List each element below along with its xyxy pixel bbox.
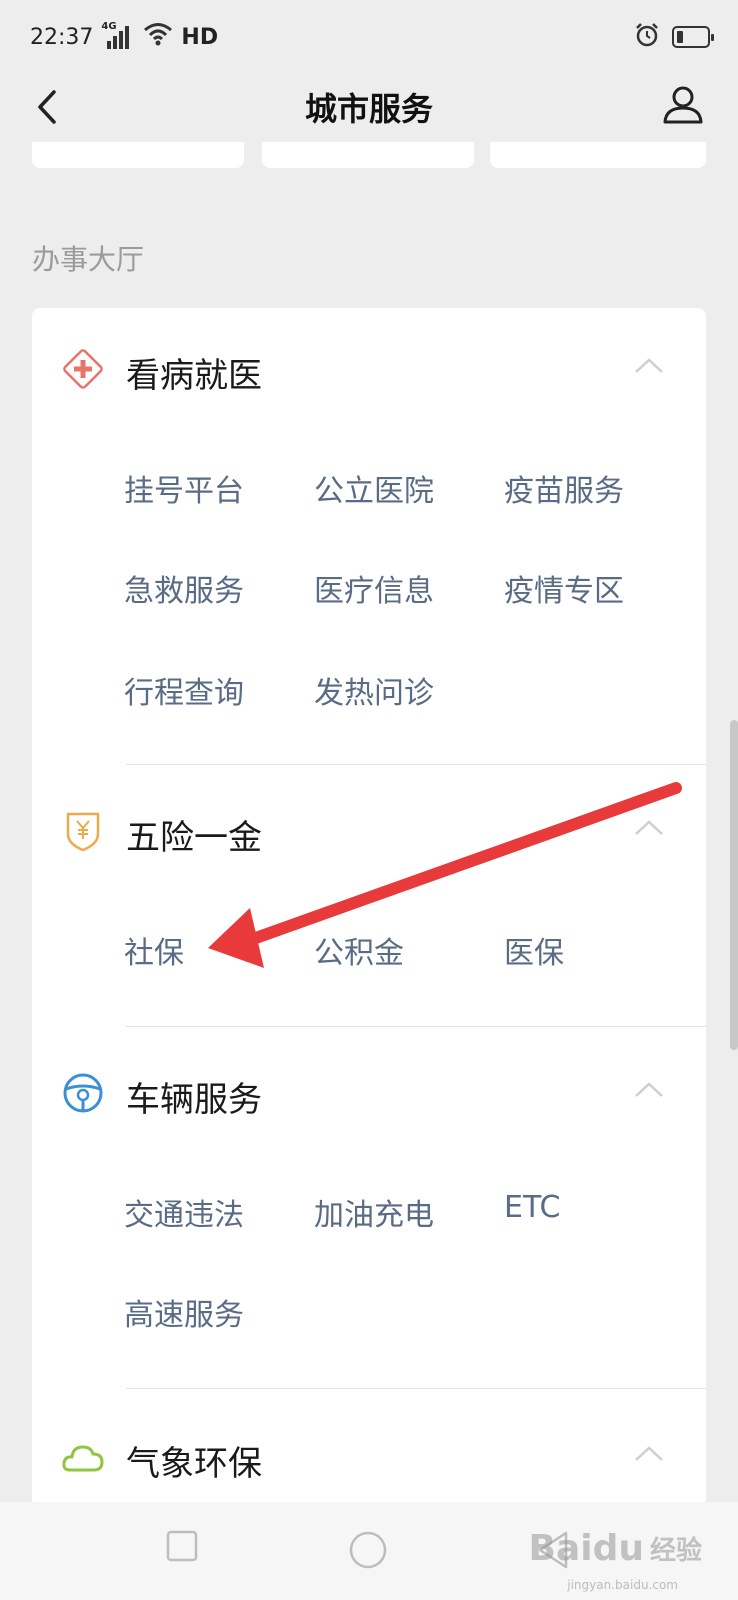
nav-bar: 城市服务 (0, 72, 738, 142)
chevron-up-icon[interactable] (632, 1442, 666, 1466)
steering-wheel-icon (60, 1070, 106, 1116)
top-tiles (32, 142, 706, 168)
chevron-up-icon[interactable] (632, 1078, 666, 1102)
recent-apps-icon[interactable] (166, 1530, 198, 1566)
scrollbar[interactable] (730, 720, 738, 1050)
divider (126, 764, 706, 765)
section-label: 办事大厅 (32, 243, 145, 276)
category-title: 看病就医 (126, 356, 262, 396)
category-medical: 看病就医 挂号平台 公立医院 疫苗服务 急救服务 医疗信息 疫情专区 行程查询 … (32, 338, 706, 768)
category-weather: 气象环保 (32, 1426, 706, 1496)
watermark-suffix: 经验 (649, 1536, 702, 1566)
category-insurance: 五险一金 社保 公积金 医保 (32, 800, 706, 1030)
category-title: 五险一金 (126, 818, 262, 858)
medical-cross-icon (60, 346, 106, 392)
yen-shield-icon (60, 808, 106, 854)
page: 22:37 4G HD 城市服务 办事大厅 看病就医 挂号平台 公立医院 疫苗服… (0, 0, 738, 1600)
category-title: 气象环保 (126, 1444, 262, 1484)
chevron-up-icon[interactable] (632, 354, 666, 378)
top-tile[interactable] (262, 142, 474, 168)
service-item[interactable]: 发热问诊 (314, 668, 434, 712)
status-bar: 22:37 4G HD (0, 0, 738, 72)
status-time: 22:37 (30, 24, 94, 50)
service-item[interactable]: 公立医院 (314, 466, 434, 510)
service-item[interactable]: 疫情专区 (504, 566, 624, 610)
service-item[interactable]: 医疗信息 (314, 566, 434, 610)
category-header[interactable]: 五险一金 (32, 800, 706, 860)
service-item-social-security[interactable]: 社保 (124, 928, 184, 972)
service-item[interactable]: 高速服务 (124, 1290, 244, 1334)
page-title: 城市服务 (304, 90, 433, 128)
divider (126, 1026, 706, 1027)
battery-icon (672, 26, 714, 48)
service-item[interactable]: ETC (504, 1190, 560, 1225)
service-item[interactable]: 挂号平台 (124, 466, 244, 510)
service-card: 看病就医 挂号平台 公立医院 疫苗服务 急救服务 医疗信息 疫情专区 行程查询 … (32, 308, 706, 1508)
signal-icon: 4G (101, 21, 135, 49)
service-item[interactable]: 加油充电 (314, 1190, 434, 1234)
service-item[interactable]: 医保 (504, 928, 564, 972)
status-left: 22:37 4G HD (30, 21, 219, 52)
watermark-brand: Baidu (528, 1528, 644, 1569)
status-right (634, 22, 714, 52)
home-icon[interactable] (348, 1530, 388, 1574)
category-title: 车辆服务 (126, 1080, 262, 1120)
service-item[interactable]: 公积金 (314, 928, 404, 972)
service-item[interactable]: 交通违法 (124, 1190, 244, 1234)
top-tile[interactable] (490, 142, 706, 168)
top-tile[interactable] (32, 142, 244, 168)
chevron-up-icon[interactable] (632, 816, 666, 840)
category-header[interactable]: 车辆服务 (32, 1062, 706, 1122)
category-vehicle: 车辆服务 交通违法 加油充电 ETC 高速服务 (32, 1062, 706, 1398)
cloud-icon (60, 1434, 106, 1480)
service-item[interactable]: 急救服务 (124, 566, 244, 610)
service-item[interactable]: 行程查询 (124, 668, 244, 712)
category-header[interactable]: 气象环保 (32, 1426, 706, 1486)
divider (126, 1388, 706, 1389)
wifi-icon (143, 22, 173, 52)
service-item[interactable]: 疫苗服务 (504, 466, 624, 510)
baidu-watermark: Baidu 经验 (529, 1528, 703, 1569)
category-header[interactable]: 看病就医 (32, 338, 706, 398)
alarm-icon (634, 22, 660, 52)
user-icon[interactable] (658, 80, 708, 130)
hd-badge: HD (181, 24, 219, 50)
watermark-url: jingyan.baidu.com (567, 1578, 678, 1592)
